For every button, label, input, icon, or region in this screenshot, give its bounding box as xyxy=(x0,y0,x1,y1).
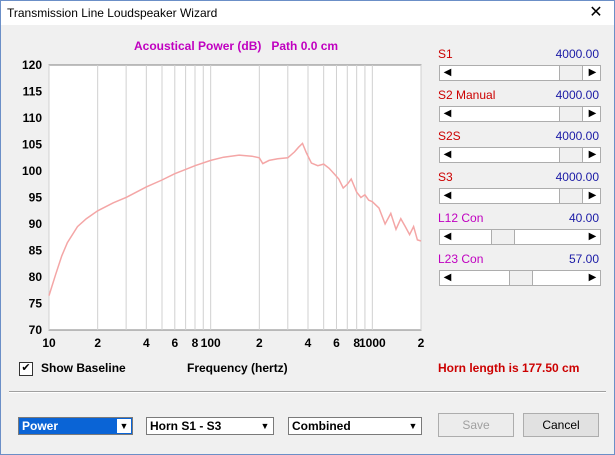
separator xyxy=(9,391,606,393)
slider-label: S3 xyxy=(438,170,453,184)
y-tick-label: 85 xyxy=(29,244,43,258)
horn-select-value: Horn S1 - S3 xyxy=(150,419,222,433)
close-icon[interactable]: ✕ xyxy=(586,3,606,23)
x-tick-label: 1000 xyxy=(359,336,386,350)
slider-track[interactable]: ◀ ▶ xyxy=(439,147,601,163)
chevron-right-icon[interactable]: ▶ xyxy=(585,66,600,80)
y-tick-label: 95 xyxy=(29,191,43,205)
horn-select[interactable]: Horn S1 - S3 ▼ xyxy=(146,417,274,435)
chevron-down-icon[interactable]: ▼ xyxy=(258,419,272,433)
chevron-right-icon[interactable]: ▶ xyxy=(585,271,600,285)
x-tick-label: 4 xyxy=(143,336,150,350)
window-title: Transmission Line Loudspeaker Wizard xyxy=(7,6,218,20)
slider-value: 57.00 xyxy=(568,252,599,266)
chart-grid xyxy=(48,64,422,331)
chevron-left-icon[interactable]: ◀ xyxy=(440,230,455,244)
wizard-window: Transmission Line Loudspeaker Wizard ✕ A… xyxy=(0,0,615,455)
slider-label: L12 Con xyxy=(438,211,484,225)
chevron-down-icon[interactable]: ▼ xyxy=(117,419,131,433)
combine-select[interactable]: Combined ▼ xyxy=(288,417,422,435)
x-tick-label: 2 xyxy=(94,336,101,350)
mode-select[interactable]: Power ▼ xyxy=(18,417,133,435)
show-baseline-checkbox[interactable]: ✔ xyxy=(19,362,33,376)
slider-track[interactable]: ◀ ▶ xyxy=(439,65,601,81)
x-tick-label: 6 xyxy=(171,336,178,350)
chevron-left-icon[interactable]: ◀ xyxy=(440,189,455,203)
y-tick-label: 100 xyxy=(22,164,42,178)
chevron-left-icon[interactable]: ◀ xyxy=(440,271,455,285)
slider-track[interactable]: ◀ ▶ xyxy=(439,229,601,245)
x-tick-label: 100 xyxy=(201,336,221,350)
x-tick-label: 4 xyxy=(305,336,312,350)
chevron-left-icon[interactable]: ◀ xyxy=(440,66,455,80)
chevron-right-icon[interactable]: ▶ xyxy=(585,107,600,121)
frequency-axis-label: Frequency (hertz) xyxy=(187,361,288,375)
slider-thumb[interactable] xyxy=(491,229,515,245)
y-tick-label: 80 xyxy=(29,270,43,284)
x-tick-label: 8 xyxy=(192,336,199,350)
slider-label: S1 xyxy=(438,47,453,61)
x-tick-label: 10 xyxy=(42,336,56,350)
y-tick-label: 70 xyxy=(29,323,43,337)
chevron-left-icon[interactable]: ◀ xyxy=(440,107,455,121)
slider-thumb[interactable] xyxy=(559,65,583,81)
chevron-down-icon[interactable]: ▼ xyxy=(406,419,420,433)
show-baseline-label: Show Baseline xyxy=(41,361,126,375)
slider-value: 4000.00 xyxy=(555,47,599,61)
slider-value: 4000.00 xyxy=(555,88,599,102)
slider-thumb[interactable] xyxy=(559,106,583,122)
y-tick-label: 110 xyxy=(23,111,43,125)
slider-value: 40.00 xyxy=(568,211,599,225)
x-tick-label: 6 xyxy=(333,336,340,350)
save-button[interactable]: Save xyxy=(438,413,514,437)
slider-label: L23 Con xyxy=(438,252,484,266)
slider-track[interactable]: ◀ ▶ xyxy=(439,270,601,286)
slider-track[interactable]: ◀ ▶ xyxy=(439,188,601,204)
power-chart: 707580859095100105110115120 10 2 4 6 8 100 2 4 6… xyxy=(22,58,425,350)
horn-length-text: Horn length is 177.50 cm xyxy=(438,361,580,375)
cancel-button[interactable]: Cancel xyxy=(523,413,599,437)
slider-thumb[interactable] xyxy=(559,147,583,163)
chevron-right-icon[interactable]: ▶ xyxy=(585,230,600,244)
slider-thumb[interactable] xyxy=(559,188,583,204)
title-bar: Transmission Line Loudspeaker Wizard ✕ xyxy=(1,1,614,25)
y-tick-label: 105 xyxy=(22,138,42,152)
slider-thumb[interactable] xyxy=(509,270,533,286)
x-tick-label: 2 xyxy=(256,336,263,350)
slider-label: S2S xyxy=(438,129,461,143)
chevron-right-icon[interactable]: ▶ xyxy=(585,148,600,162)
slider-label: S2 Manual xyxy=(438,88,496,102)
slider-track[interactable]: ◀ ▶ xyxy=(439,106,601,122)
slider-value: 4000.00 xyxy=(555,170,599,184)
x-tick-label: 2 xyxy=(418,336,425,350)
y-tick-label: 90 xyxy=(29,217,43,231)
chevron-right-icon[interactable]: ▶ xyxy=(585,189,600,203)
combine-select-value: Combined xyxy=(292,419,351,433)
chevron-left-icon[interactable]: ◀ xyxy=(440,148,455,162)
x-tick-labels: 10 2 4 6 8 100 2 4 6 81000 2 xyxy=(42,336,424,350)
mode-select-value: Power xyxy=(22,419,59,433)
y-tick-label: 115 xyxy=(23,85,43,99)
y-tick-labels: 70 75 80 85 90 95 100 105 110 115 120 xyxy=(22,58,42,337)
slider-value: 4000.00 xyxy=(555,129,599,143)
y-tick-label: 120 xyxy=(22,58,42,72)
y-tick-label: 75 xyxy=(29,297,43,311)
